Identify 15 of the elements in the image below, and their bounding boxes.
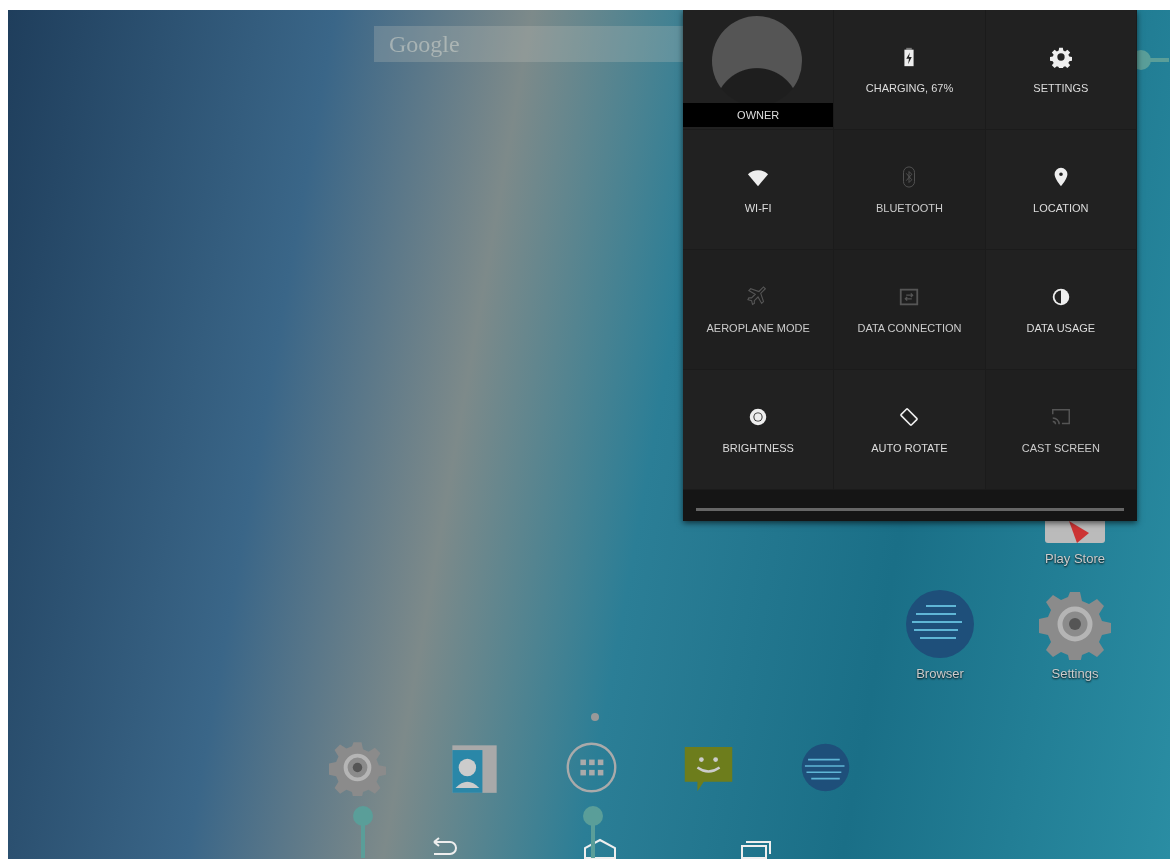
- home-icon[interactable]: [582, 836, 618, 859]
- hint-marker: [583, 805, 603, 859]
- settings-icon: [1049, 45, 1072, 68]
- page-indicator-dot: [591, 713, 599, 721]
- hint-marker: [353, 805, 373, 859]
- panel-drag-handle[interactable]: [696, 508, 1124, 511]
- rotate-icon: [898, 405, 921, 428]
- quick-settings-tile[interactable]: AEROPLANE MODE: [683, 250, 835, 370]
- user-name-label[interactable]: OWNER: [683, 103, 834, 127]
- quick-settings-tile[interactable]: DATA CONNECTION: [834, 250, 986, 370]
- quick-settings-tile[interactable]: BLUETOOTH: [834, 130, 986, 250]
- quick-settings-tile[interactable]: SETTINGS: [985, 10, 1137, 130]
- quick-settings-tile[interactable]: CAST SCREEN: [985, 370, 1137, 490]
- quick-settings-tile[interactable]: LOCATION: [985, 130, 1137, 250]
- globe-icon[interactable]: [904, 588, 976, 660]
